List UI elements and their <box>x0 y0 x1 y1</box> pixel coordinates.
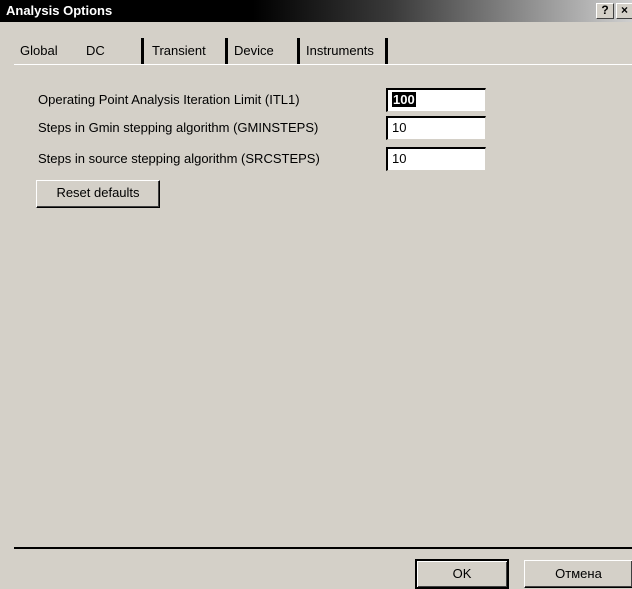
tab-instruments[interactable]: Instruments <box>302 38 388 64</box>
tab-panel-border <box>14 64 632 65</box>
cancel-button[interactable]: Отмена <box>524 560 632 588</box>
srcsteps-input[interactable]: 10 <box>386 147 486 171</box>
reset-defaults-button[interactable]: Reset defaults <box>36 180 160 208</box>
srcsteps-value: 10 <box>392 151 407 166</box>
close-button[interactable]: × <box>616 3 632 19</box>
gminsteps-label: Steps in Gmin stepping algorithm (GMINST… <box>38 120 319 135</box>
gminsteps-input[interactable]: 10 <box>386 116 486 140</box>
itl1-label: Operating Point Analysis Iteration Limit… <box>38 92 300 107</box>
footer-divider <box>14 547 632 549</box>
ok-button[interactable]: OK <box>415 559 509 589</box>
title-bar[interactable]: Analysis Options ? × <box>0 0 632 22</box>
tab-global[interactable]: Global <box>14 38 76 64</box>
tab-transient[interactable]: Transient <box>148 38 228 64</box>
tab-device[interactable]: Device <box>230 38 300 64</box>
help-button[interactable]: ? <box>596 3 614 19</box>
window-title: Analysis Options <box>6 3 113 18</box>
itl1-input[interactable]: 100 <box>386 88 486 112</box>
srcsteps-label: Steps in source stepping algorithm (SRCS… <box>38 151 320 166</box>
gminsteps-value: 10 <box>392 120 407 135</box>
tab-dc[interactable]: DC <box>78 38 144 64</box>
itl1-value: 100 <box>392 92 416 107</box>
